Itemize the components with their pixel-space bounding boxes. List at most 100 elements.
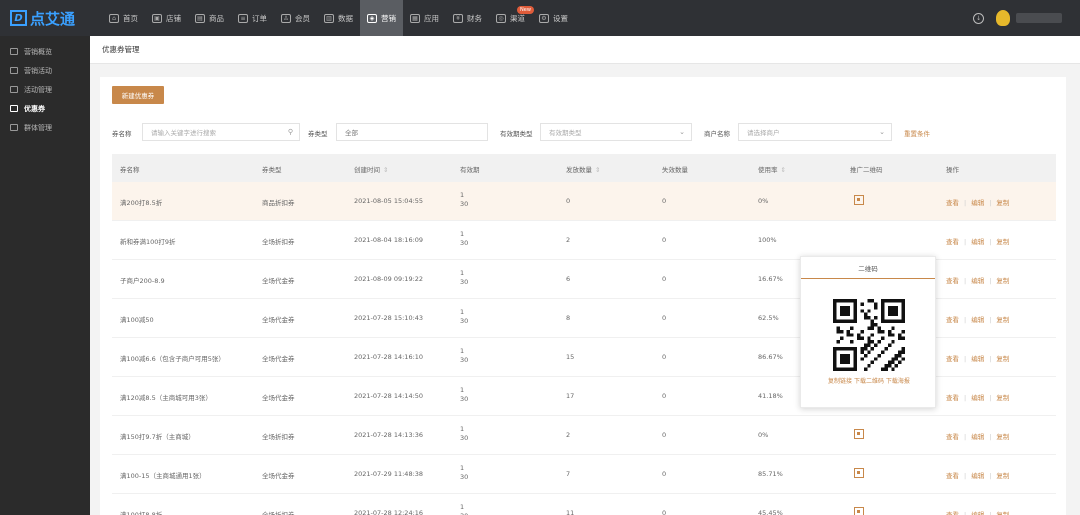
copy-link[interactable]: 复制 bbox=[996, 316, 1009, 324]
sidebar: 营销概览 营销活动 活动管理 优惠券 群体管理 bbox=[0, 36, 90, 515]
main-content: 优惠券管理 新建优惠券 券名称 请输入关键字进行搜索 ⚲ 券类型 全部 有效期类… bbox=[90, 36, 1080, 515]
view-link[interactable]: 查看 bbox=[946, 355, 959, 363]
qrcode-icon[interactable] bbox=[854, 429, 864, 439]
validity-start: 1 bbox=[460, 425, 465, 433]
sidebar-item-overview[interactable]: 营销概览 bbox=[0, 42, 90, 61]
view-link[interactable]: 查看 bbox=[946, 472, 959, 480]
edit-link[interactable]: 编辑 bbox=[971, 472, 984, 480]
qrcode-image bbox=[833, 299, 905, 371]
logo[interactable]: D 点艾通 bbox=[0, 0, 92, 36]
top-right-area: ↓ bbox=[973, 0, 1062, 36]
edit-link[interactable]: 编辑 bbox=[971, 316, 984, 324]
qrcode-icon[interactable] bbox=[854, 507, 864, 515]
coupon-type-cell: 全场代金券 bbox=[262, 355, 295, 363]
nav-item-data[interactable]: ▥ 数据 bbox=[317, 0, 360, 36]
expired-count-cell: 0 bbox=[662, 236, 667, 244]
column-header-issued[interactable]: 发放数量 ⇕ bbox=[566, 164, 600, 174]
download-icon[interactable]: ↓ bbox=[973, 12, 984, 24]
sort-icon: ⇕ bbox=[383, 166, 389, 174]
usage-rate-cell: 100% bbox=[758, 236, 777, 244]
edit-link[interactable]: 编辑 bbox=[971, 277, 984, 285]
coupon-name-input[interactable]: 请输入关键字进行搜索 ⚲ bbox=[142, 123, 300, 141]
table-row: 满100-15（主商城通用1张） 全场代金券 2021-07-29 11:48:38… bbox=[112, 455, 1056, 494]
download-poster-button[interactable]: 下载海报 bbox=[886, 378, 910, 385]
nav-item-marketing[interactable]: ◈ 营销 bbox=[360, 0, 403, 36]
finance-icon: ¥ bbox=[453, 13, 463, 23]
nav-item-goods[interactable]: ▤ 商品 bbox=[188, 0, 231, 36]
activity-manage-icon bbox=[10, 86, 18, 93]
copy-link[interactable]: 复制 bbox=[996, 277, 1009, 285]
copy-link-button[interactable]: 复制链接 bbox=[828, 378, 852, 385]
qrcode-icon[interactable] bbox=[854, 195, 864, 205]
edit-link[interactable]: 编辑 bbox=[971, 199, 984, 207]
nav-item-settings[interactable]: ⚙ 设置 bbox=[532, 0, 575, 36]
coupon-type-select[interactable]: 全部 bbox=[336, 123, 488, 141]
row-actions: 查看 | 编辑 | 复制 bbox=[946, 236, 1009, 246]
merchant-select[interactable]: 请选择商户 ⌄ bbox=[738, 123, 892, 141]
expired-count-cell: 0 bbox=[662, 470, 667, 478]
action-separator: | bbox=[964, 316, 967, 324]
view-link[interactable]: 查看 bbox=[946, 238, 959, 246]
sidebar-item-group[interactable]: 群体管理 bbox=[0, 118, 90, 137]
table-row: 满100打8.8折 全场折扣券 2021-07-28 12:24:16 11 0 45.4… bbox=[112, 494, 1056, 515]
nav-item-member[interactable]: ♙ 会员 bbox=[274, 0, 317, 36]
validity-type-select[interactable]: 有效期类型 ⌄ bbox=[540, 123, 692, 141]
sidebar-item-activity[interactable]: 营销活动 bbox=[0, 61, 90, 80]
nav-item-label: 设置 bbox=[553, 13, 568, 23]
view-link[interactable]: 查看 bbox=[946, 316, 959, 324]
validity-start: 1 bbox=[460, 230, 465, 238]
view-link[interactable]: 查看 bbox=[946, 511, 959, 515]
column-header-type: 券类型 bbox=[262, 166, 282, 174]
validity-days: 30 bbox=[460, 473, 469, 481]
column-header-usage[interactable]: 使用率 ⇕ bbox=[758, 164, 786, 174]
coupon-type-cell: 全场折扣券 bbox=[262, 238, 295, 246]
nav-item-home[interactable]: ⌂ 首页 bbox=[102, 0, 145, 36]
created-time-cell: 2021-08-04 18:16:09 bbox=[354, 236, 424, 244]
column-header-created[interactable]: 创建时间 ⇕ bbox=[354, 164, 388, 174]
sidebar-item-activity-manage[interactable]: 活动管理 bbox=[0, 80, 90, 99]
nav-item-finance[interactable]: ¥ 财务 bbox=[446, 0, 489, 36]
view-link[interactable]: 查看 bbox=[946, 433, 959, 441]
view-link[interactable]: 查看 bbox=[946, 277, 959, 285]
edit-link[interactable]: 编辑 bbox=[971, 394, 984, 402]
nav-item-store[interactable]: ▣ 店铺 bbox=[145, 0, 188, 36]
created-time-cell: 2021-07-29 11:48:38 bbox=[354, 470, 424, 478]
edit-link[interactable]: 编辑 bbox=[971, 433, 984, 441]
view-link[interactable]: 查看 bbox=[946, 199, 959, 207]
qrcode-icon[interactable] bbox=[854, 468, 864, 478]
edit-link[interactable]: 编辑 bbox=[971, 238, 984, 246]
column-header-validity: 有效期 bbox=[460, 166, 480, 174]
reset-filter-link[interactable]: 重置条件 bbox=[904, 128, 930, 138]
view-link[interactable]: 查看 bbox=[946, 394, 959, 402]
sidebar-item-label: 活动管理 bbox=[24, 85, 52, 94]
validity-cell: 130 bbox=[460, 503, 468, 515]
copy-link[interactable]: 复制 bbox=[996, 511, 1009, 515]
page-header: 优惠券管理 bbox=[90, 36, 1080, 64]
copy-link[interactable]: 复制 bbox=[996, 238, 1009, 246]
copy-link[interactable]: 复制 bbox=[996, 199, 1009, 207]
edit-link[interactable]: 编辑 bbox=[971, 511, 984, 515]
edit-link[interactable]: 编辑 bbox=[971, 355, 984, 363]
action-separator: | bbox=[989, 316, 992, 324]
store-icon: ▣ bbox=[152, 13, 162, 23]
avatar[interactable] bbox=[996, 10, 1010, 26]
nav-item-order[interactable]: ≡ 订单 bbox=[231, 0, 274, 36]
sidebar-item-coupon[interactable]: 优惠券 bbox=[0, 99, 90, 118]
copy-link[interactable]: 复制 bbox=[996, 472, 1009, 480]
order-icon: ≡ bbox=[238, 13, 248, 23]
row-actions: 查看 | 编辑 | 复制 bbox=[946, 197, 1009, 207]
nav-item-channel[interactable]: ◎ 渠道 New bbox=[489, 0, 534, 36]
nav-item-label: 营销 bbox=[381, 13, 396, 23]
download-qr-button[interactable]: 下载二维码 bbox=[854, 378, 884, 385]
issued-count-cell: 0 bbox=[566, 197, 571, 205]
validity-filter-label: 有效期类型 bbox=[500, 130, 533, 138]
copy-link[interactable]: 复制 bbox=[996, 433, 1009, 441]
new-coupon-button[interactable]: 新建优惠券 bbox=[112, 86, 164, 104]
copy-link[interactable]: 复制 bbox=[996, 394, 1009, 402]
column-header-label: 创建时间 bbox=[354, 166, 380, 174]
coupon-type-cell: 全场折扣券 bbox=[262, 511, 295, 515]
table-row: 满150打9.7折（主商城） 全场折扣券 2021-07-28 14:13:36 2 0… bbox=[112, 416, 1056, 455]
copy-link[interactable]: 复制 bbox=[996, 355, 1009, 363]
username-redacted[interactable] bbox=[1016, 13, 1062, 23]
nav-item-app[interactable]: ▦ 应用 bbox=[403, 0, 446, 36]
